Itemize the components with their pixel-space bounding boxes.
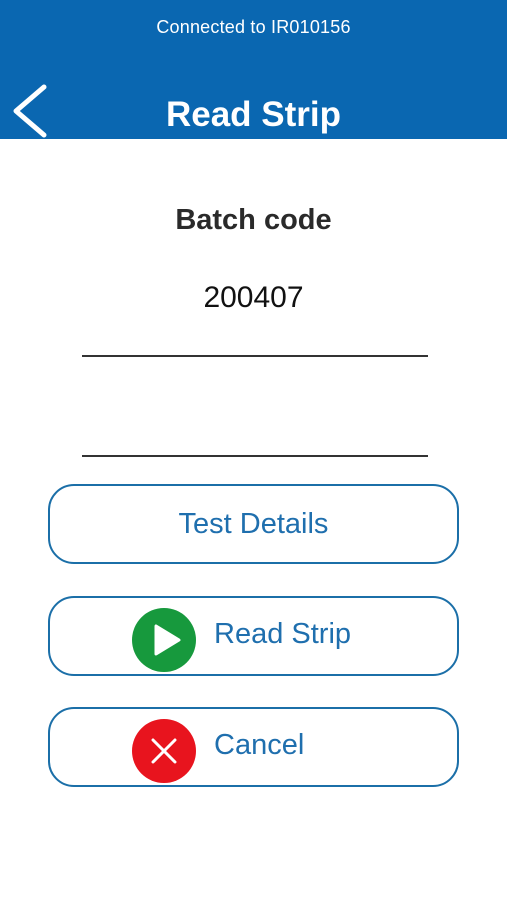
page-title: Read Strip [165, 95, 342, 134]
secondary-input[interactable] [82, 380, 428, 454]
batch-code-underline [82, 355, 428, 357]
read-strip-button[interactable]: Read Strip [48, 596, 459, 676]
test-details-label: Test Details [178, 507, 329, 540]
secondary-input-underline [82, 455, 428, 457]
batch-code-label: Batch code [175, 204, 332, 236]
play-icon [132, 608, 196, 672]
cancel-button[interactable]: Cancel [48, 707, 459, 787]
close-icon [132, 719, 196, 783]
app-header: Connected to IR010156 Read Strip [0, 0, 507, 139]
test-details-button[interactable]: Test Details [48, 484, 459, 564]
connection-status: Connected to IR010156 [156, 17, 351, 37]
batch-code-input[interactable]: 200407 [0, 281, 507, 315]
cancel-label: Cancel [214, 729, 305, 761]
read-strip-label: Read Strip [214, 618, 352, 650]
